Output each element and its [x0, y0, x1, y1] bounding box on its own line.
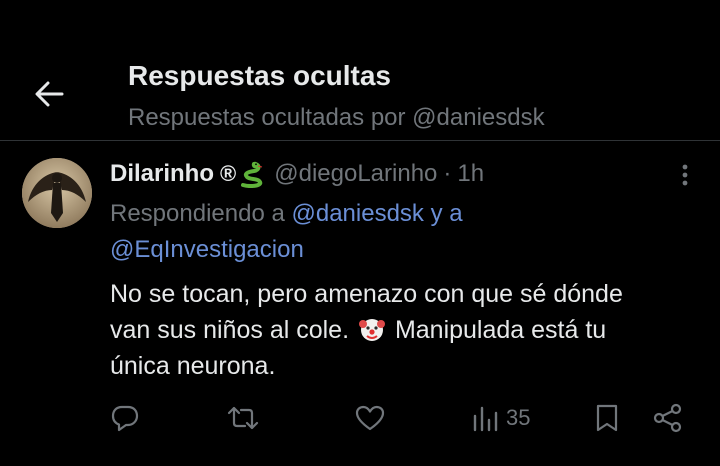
author-row: Dilarinho ® @diegoLarinho · 1h: [110, 158, 484, 190]
tweet-text-line-3: única neurona.: [110, 352, 276, 380]
tweet-text-line-2: van sus niños al cole. Manipulada está t…: [110, 312, 700, 348]
retweet-button[interactable]: [226, 398, 260, 438]
author-name[interactable]: Dilarinho: [110, 160, 214, 188]
views-bar-chart-icon: [473, 406, 498, 432]
timestamp[interactable]: 1h: [457, 160, 484, 188]
heart-icon: [355, 405, 385, 431]
tweet-text-line-2b: Manipulada está tu: [394, 316, 607, 344]
more-vertical-icon: [682, 164, 688, 186]
mention-link-daniesdsk[interactable]: @daniesdsk: [291, 200, 423, 227]
page-title: Respuestas ocultas: [128, 60, 391, 91]
replying-to: Respondiendo a @daniesdsk y a @EqInvesti…: [110, 196, 690, 268]
author-handle[interactable]: @diegoLarinho: [274, 160, 437, 188]
tweet-text: No se tocan, pero amenazo con que sé dón…: [110, 276, 700, 384]
snake-icon: [241, 161, 263, 188]
header: Respuestas ocultas Respuestas ocultadas …: [0, 0, 720, 140]
separator-dot: ·: [443, 160, 452, 187]
reply-button[interactable]: [110, 398, 140, 438]
bookmark-icon: [596, 404, 618, 432]
bookmark-button[interactable]: [594, 398, 620, 438]
reply-icon: [111, 405, 139, 432]
arrow-left-icon: [35, 81, 64, 107]
header-divider: [0, 140, 720, 141]
share-icon: [653, 403, 682, 433]
more-options-button[interactable]: [668, 160, 702, 190]
retweet-icon: [227, 406, 259, 430]
views-button[interactable]: 35: [470, 398, 530, 438]
avatar-image: [22, 158, 92, 228]
page: Respuestas ocultas Respuestas ocultadas …: [0, 0, 720, 466]
avatar[interactable]: [22, 158, 92, 228]
share-button[interactable]: [652, 398, 684, 438]
back-button[interactable]: [26, 74, 72, 114]
page-subtitle: Respuestas ocultadas por @daniesdsk: [128, 104, 545, 131]
tweet-text-line-2a: van sus niños al cole.: [110, 316, 350, 344]
replying-prefix: Respondiendo a: [110, 200, 285, 227]
views-count: 35: [506, 405, 531, 430]
mention-link-eqinvestigacion[interactable]: @EqInvestigacion: [110, 236, 304, 263]
like-button[interactable]: [354, 398, 386, 438]
clown-face-icon: [358, 319, 385, 341]
registered-badge: ®: [220, 161, 237, 186]
tweet-text-line-1: No se tocan, pero amenazo con que sé dón…: [110, 280, 623, 308]
replying-joiner[interactable]: y a: [431, 200, 463, 227]
